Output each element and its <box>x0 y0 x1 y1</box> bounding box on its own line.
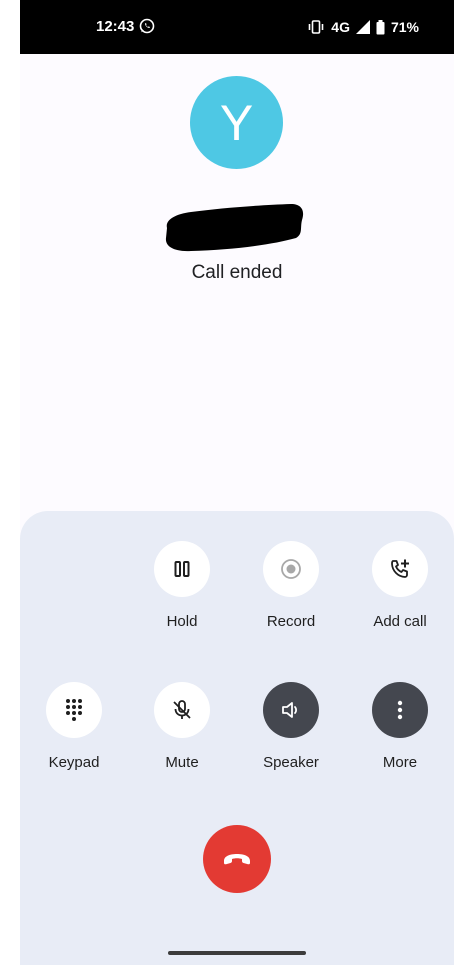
add-call-label: Add call <box>373 613 427 630</box>
mute-control[interactable]: Mute <box>142 682 222 771</box>
hold-button[interactable] <box>154 541 210 597</box>
more-vert-icon <box>397 700 403 720</box>
keypad-control[interactable]: Keypad <box>34 682 114 771</box>
call-end-icon <box>224 854 250 865</box>
contact-avatar: Y <box>190 76 283 169</box>
keypad-label: Keypad <box>48 754 100 771</box>
vibrate-icon <box>308 20 324 34</box>
end-call-button[interactable] <box>203 825 271 893</box>
speaker-label: Speaker <box>263 754 319 771</box>
avatar-letter: Y <box>219 94 254 151</box>
home-indicator[interactable] <box>168 951 306 955</box>
mute-label: Mute <box>165 754 199 771</box>
record-control[interactable]: Record <box>251 541 331 630</box>
add-call-icon <box>391 559 409 578</box>
whatsapp-icon <box>139 18 155 34</box>
status-time: 12:43 <box>96 18 135 35</box>
battery-percent: 71% <box>390 19 419 35</box>
call-status: Call ended <box>191 262 283 283</box>
dialpad-icon <box>66 699 82 721</box>
more-label: More <box>382 754 418 771</box>
speaker-control[interactable]: Speaker <box>251 682 331 771</box>
mute-button[interactable] <box>154 682 210 738</box>
keypad-button[interactable] <box>46 682 102 738</box>
speaker-icon <box>282 702 298 718</box>
record-icon <box>281 559 301 579</box>
more-button[interactable] <box>372 682 428 738</box>
signal-icon <box>355 20 370 34</box>
add-call-control[interactable]: Add call <box>360 541 440 630</box>
record-button[interactable] <box>263 541 319 597</box>
add-call-button[interactable] <box>372 541 428 597</box>
battery-icon <box>376 19 385 34</box>
pause-icon <box>174 561 190 577</box>
hold-label: Hold <box>166 613 198 630</box>
hold-control[interactable]: Hold <box>142 541 222 630</box>
redacted-contact-name <box>165 204 304 252</box>
mic-off-icon <box>173 700 191 719</box>
status-bar: 12:43 4G 71% <box>20 0 454 54</box>
more-control[interactable]: More <box>360 682 440 771</box>
status-icons: 4G 71% <box>307 17 419 37</box>
speaker-button[interactable] <box>263 682 319 738</box>
record-label: Record <box>266 613 316 630</box>
phone-screen: 12:43 4G 71% Y Call ended Hold Record Ad… <box>20 0 454 965</box>
network-type: 4G <box>331 19 350 35</box>
